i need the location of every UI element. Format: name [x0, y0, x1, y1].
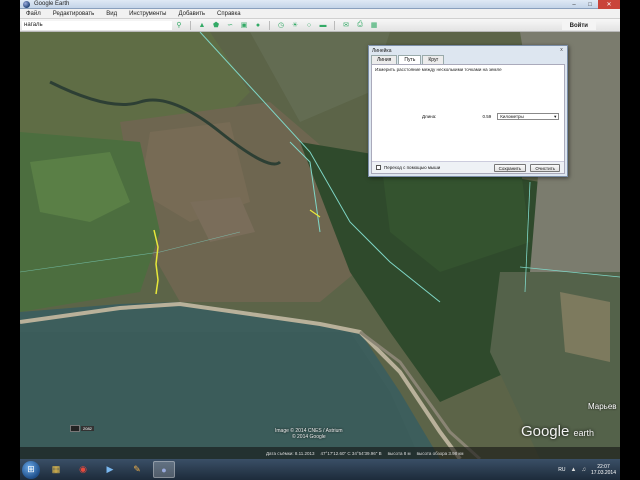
ruler-icon[interactable]: ▬: [318, 21, 328, 30]
mouse-nav-checkbox[interactable]: [376, 165, 381, 170]
paint-icon: ✎: [133, 464, 141, 474]
ruler-dialog[interactable]: Линейка x Линия Путь Круг Измерить расст…: [368, 45, 568, 177]
close-button[interactable]: ✕: [598, 0, 620, 9]
menu-bar: Файл Редактировать Вид Инструменты Добав…: [20, 9, 620, 19]
menu-add[interactable]: Добавить: [173, 11, 212, 17]
dialog-tabs: Линия Путь Круг: [369, 55, 567, 64]
print-icon[interactable]: ⎙: [355, 21, 365, 30]
taskbar-media[interactable]: ▶: [99, 461, 121, 478]
google-earth-logo-icon: [23, 1, 30, 8]
logo-main: Google: [520, 423, 570, 440]
scale-text: 2082: [81, 426, 94, 431]
scale-icon: [70, 425, 80, 432]
language-indicator[interactable]: RU: [558, 467, 565, 473]
sign-in-button[interactable]: Войти: [561, 21, 596, 30]
letterbox-right: [620, 0, 640, 480]
search-input[interactable]: [22, 20, 172, 30]
save-button[interactable]: Сохранить: [493, 164, 526, 172]
google-earth-icon: ●: [161, 464, 167, 475]
imagery-credit: Image © 2014 CNES / Astrium © 2014 Googl…: [275, 428, 343, 440]
dialog-body: Измерить расстояние между несколькими то…: [371, 64, 565, 174]
taskbar-paint[interactable]: ✎: [126, 461, 148, 478]
tab-circle[interactable]: Круг: [422, 55, 445, 64]
clock[interactable]: 22:07 17.03.2014: [591, 464, 616, 476]
toolbar-divider: [190, 20, 191, 30]
tour-icon[interactable]: ●: [253, 21, 263, 30]
windows-logo-icon: ⊞: [27, 464, 35, 474]
tab-path[interactable]: Путь: [398, 55, 422, 64]
maps-icon[interactable]: ▦: [369, 21, 379, 30]
planets-icon[interactable]: ○: [304, 21, 314, 30]
email-icon[interactable]: ✉: [341, 21, 351, 30]
path-icon[interactable]: ∽: [225, 21, 235, 30]
elevation: высота 8 м: [387, 450, 411, 456]
coordinates: 47°17'12.60" С 34°54'39.96" В: [320, 450, 382, 456]
network-icon[interactable]: ▲: [571, 467, 577, 473]
status-bar: Дата съёмки: 8.11.2013 47°17'12.60" С 34…: [20, 447, 620, 459]
close-icon: ✕: [606, 2, 612, 8]
eye-altitude: высота обзора 3.98 км: [416, 450, 464, 456]
dialog-footer: Переход с помощью мыши Сохранить Очистит…: [372, 161, 564, 173]
history-icon[interactable]: ◷: [276, 21, 286, 30]
dialog-title[interactable]: Линейка: [369, 46, 567, 55]
system-tray: RU ▲ ♫ 22:07 17.03.2014: [558, 459, 616, 480]
window-titlebar[interactable]: Google Earth – □ ✕: [20, 0, 620, 9]
sun-icon[interactable]: ☀: [290, 21, 300, 30]
taskbar-explorer[interactable]: ▦: [45, 461, 67, 478]
polygon-icon[interactable]: ⬟: [211, 21, 221, 30]
minimize-icon: –: [572, 1, 576, 8]
google-earth-watermark: Google earth: [521, 423, 594, 440]
logo-sub: earth: [573, 428, 594, 438]
maximize-icon: □: [588, 1, 592, 8]
minimize-button[interactable]: –: [566, 0, 582, 9]
dialog-close-button[interactable]: x: [558, 47, 565, 53]
toolbar-divider: [269, 20, 270, 30]
search-icon[interactable]: ⚲: [174, 21, 184, 30]
place-label: Марьев: [588, 402, 617, 411]
credit-line-2: © 2014 Google: [291, 434, 326, 440]
maximize-button[interactable]: □: [582, 0, 598, 9]
unit-select[interactable]: Километры ▼: [497, 113, 560, 120]
chrome-icon: ◉: [79, 464, 87, 474]
length-value: 0.59: [482, 114, 492, 119]
overlay-icon[interactable]: ▣: [239, 21, 249, 30]
window-controls: – □ ✕: [566, 0, 620, 9]
menu-tools[interactable]: Инструменты: [123, 11, 172, 17]
chevron-down-icon: ▼: [553, 114, 558, 119]
toolbar: ⚲ ▲ ⬟ ∽ ▣ ● ◷ ☀ ○ ▬ ✉ ⎙ ▦ Войти: [20, 19, 620, 32]
taskbar-google-earth[interactable]: ●: [153, 461, 175, 478]
tab-line[interactable]: Линия: [371, 55, 398, 64]
windows-taskbar: ⊞ ▦ ◉ ▶ ✎ ● RU ▲ ♫ 22:07 17.03.2014: [20, 459, 620, 480]
menu-help[interactable]: Справка: [211, 11, 247, 17]
menu-view[interactable]: Вид: [100, 11, 123, 17]
letterbox-left: [0, 0, 20, 480]
imagery-date: Дата съёмки: 8.11.2013: [266, 450, 315, 456]
scale-widget: 2082: [70, 425, 94, 432]
start-button[interactable]: ⊞: [22, 460, 40, 479]
placemark-icon[interactable]: ▲: [197, 21, 207, 30]
length-label: Длина:: [422, 114, 437, 119]
clear-button[interactable]: Очистить: [530, 164, 560, 172]
length-row: Длина: 0.59 Километры ▼: [422, 113, 560, 120]
volume-icon[interactable]: ♫: [581, 467, 586, 473]
menu-edit[interactable]: Редактировать: [47, 11, 100, 17]
menu-file[interactable]: Файл: [20, 11, 47, 17]
explorer-icon: ▦: [51, 464, 61, 474]
mouse-nav-label: Переход с помощью мыши: [384, 165, 441, 170]
media-icon: ▶: [106, 464, 114, 474]
dialog-description: Измерить расстояние между несколькими то…: [375, 67, 502, 72]
toolbar-divider: [334, 20, 335, 30]
clock-date: 17.03.2014: [590, 469, 616, 476]
unit-select-value: Километры: [500, 114, 524, 119]
taskbar-chrome[interactable]: ◉: [72, 461, 94, 478]
